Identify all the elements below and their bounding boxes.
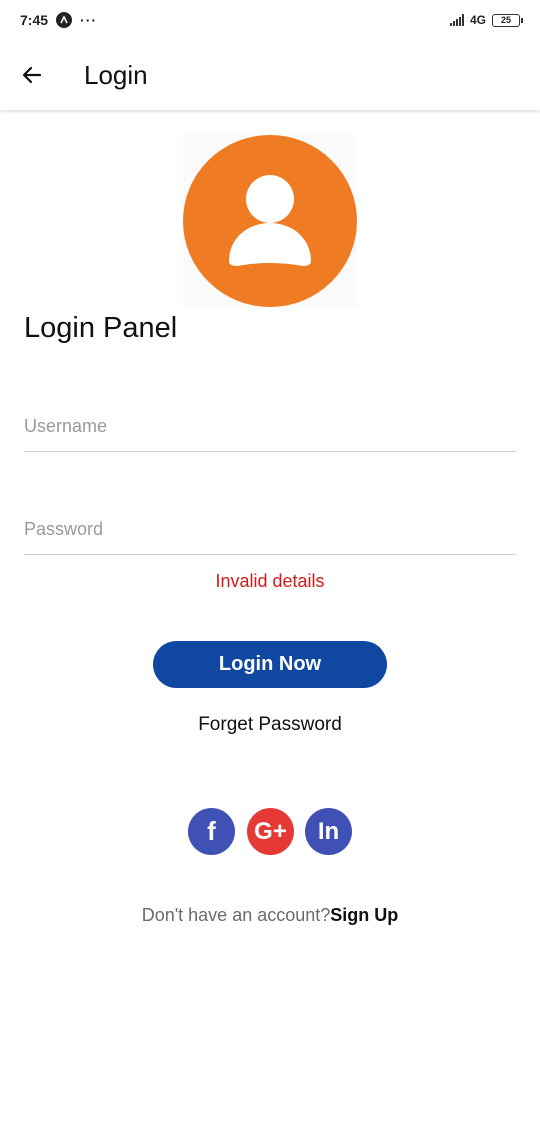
forgot-password-link[interactable]: Forget Password — [0, 714, 540, 736]
google-plus-button[interactable]: G+ — [247, 808, 294, 855]
status-overflow: ··· — [80, 12, 98, 28]
facebook-icon: f — [207, 816, 216, 846]
linkedin-button[interactable]: In — [305, 808, 352, 855]
arrow-left-icon — [22, 66, 42, 84]
battery-icon: 25 — [492, 13, 523, 27]
battery-level: 25 — [500, 15, 511, 25]
facebook-button[interactable]: f — [188, 808, 235, 855]
signup-prompt: Don't have an account? — [141, 905, 331, 925]
error-message: Invalid details — [215, 571, 325, 591]
app-bar: Login — [0, 40, 540, 110]
status-time: 7:45 — [20, 12, 49, 28]
login-screen: 7:45 ··· 4G 25 Login Login Panel Usernam… — [0, 0, 540, 1140]
app-indicator-icon — [56, 12, 73, 28]
signal-icon — [449, 14, 464, 26]
login-button[interactable]: Login Now — [153, 641, 387, 688]
network-type: 4G — [469, 13, 486, 27]
signup-row: Don't have an account?Sign Up — [0, 905, 540, 926]
signup-link[interactable]: Sign Up — [330, 905, 398, 925]
status-bar: 7:45 ··· 4G 25 — [0, 0, 540, 40]
google-plus-icon: G+ — [254, 817, 287, 845]
status-left: 7:45 ··· — [20, 12, 97, 28]
page-title: Login — [84, 59, 148, 90]
linkedin-icon: In — [317, 817, 340, 845]
panel-title: Login Panel — [24, 312, 178, 344]
person-icon — [229, 175, 311, 266]
status-right: 4G 25 — [449, 13, 523, 27]
avatar — [183, 135, 357, 307]
back-button[interactable] — [2, 40, 62, 110]
username-input[interactable] — [24, 402, 516, 452]
password-input[interactable] — [24, 505, 516, 555]
